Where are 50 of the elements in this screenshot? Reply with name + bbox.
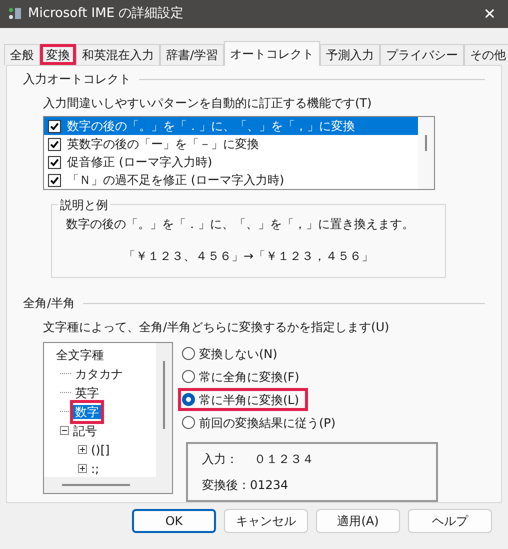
dialog-button[interactable]: 適用(A) bbox=[316, 509, 400, 533]
tree-item[interactable]: 記号 bbox=[71, 424, 99, 438]
radio-option[interactable]: 前回の変換結果に従う(P) bbox=[182, 414, 336, 432]
example-text: 「￥１２３、４５６」→「￥１２３，４５６」 bbox=[122, 248, 375, 265]
tab[interactable]: その他 bbox=[464, 44, 508, 65]
collapse-icon[interactable] bbox=[60, 426, 69, 435]
scrollbar-thumb[interactable] bbox=[62, 484, 130, 486]
app-icon bbox=[8, 6, 22, 22]
tree-item[interactable]: :; bbox=[89, 462, 102, 476]
scrollbar-thumb[interactable] bbox=[425, 135, 427, 151]
dialog-button[interactable]: ヘルプ bbox=[408, 509, 492, 533]
tree-item[interactable]: 英字 bbox=[73, 386, 101, 400]
tree-item[interactable]: ()[] bbox=[89, 442, 112, 456]
description-text: 数字の後の「。」を「．」に、「、」を「，」に置き換えます。 bbox=[66, 216, 415, 233]
radio-option[interactable]: 変換しない(N) bbox=[182, 344, 278, 362]
radio-option[interactable]: 常に全角に変換(F) bbox=[182, 368, 300, 386]
input-label: 入力： bbox=[202, 451, 239, 468]
window-title: Microsoft IME の詳細設定 bbox=[28, 5, 185, 24]
tree-item[interactable]: カタカナ bbox=[73, 366, 125, 380]
list-item[interactable]: 「Ｎ」の過不足を修正 (ローマ字入力時) bbox=[44, 171, 418, 189]
dialog-button[interactable]: OK bbox=[132, 509, 216, 533]
expand-icon[interactable] bbox=[78, 445, 87, 454]
tab[interactable]: プライバシー bbox=[380, 44, 464, 65]
tab[interactable]: 辞書/学習 bbox=[160, 44, 224, 65]
checkbox[interactable] bbox=[48, 120, 61, 132]
checkbox[interactable] bbox=[48, 156, 61, 168]
tab[interactable]: 予測入力 bbox=[320, 44, 380, 65]
group-title: 説明と例 bbox=[58, 196, 110, 214]
input-value: ０１２３４ bbox=[254, 451, 314, 468]
section-title: 全角/半角 bbox=[23, 295, 76, 312]
output-value: 01234 bbox=[250, 477, 288, 494]
list-item[interactable]: 英数字の後の「ー」を「－」に変換 bbox=[44, 135, 418, 153]
scrollbar-thumb[interactable] bbox=[163, 361, 165, 429]
tab[interactable]: 和英混在入力 bbox=[76, 44, 160, 65]
list-label: 入力間違いしやすいパターンを自動的に訂正する機能です(T) bbox=[43, 95, 373, 112]
output-label: 変換後： bbox=[202, 477, 250, 494]
checkbox[interactable] bbox=[48, 174, 61, 186]
expand-icon[interactable] bbox=[78, 464, 87, 473]
list-item[interactable]: 数字の後の「。」を「．」に、「、」を「，」に変換 bbox=[44, 117, 418, 135]
tree-item[interactable]: 数字 bbox=[73, 404, 101, 418]
tab[interactable]: 変換 bbox=[40, 44, 76, 65]
checkbox[interactable] bbox=[48, 138, 61, 150]
close-button[interactable]: ✕ bbox=[479, 2, 500, 26]
section-title: 入力オートコレクト bbox=[23, 71, 131, 88]
tab[interactable]: 全般 bbox=[4, 44, 40, 65]
list-item[interactable]: 促音修正 (ローマ字入力時) bbox=[44, 153, 418, 171]
tab[interactable]: オートコレクト bbox=[224, 41, 320, 66]
tree-item[interactable]: 全文字種 bbox=[54, 348, 106, 362]
dialog-button[interactable]: キャンセル bbox=[224, 509, 308, 533]
section-label: 文字種によって、全角/半角どちらに変換するかを指定します(U) bbox=[43, 319, 390, 336]
